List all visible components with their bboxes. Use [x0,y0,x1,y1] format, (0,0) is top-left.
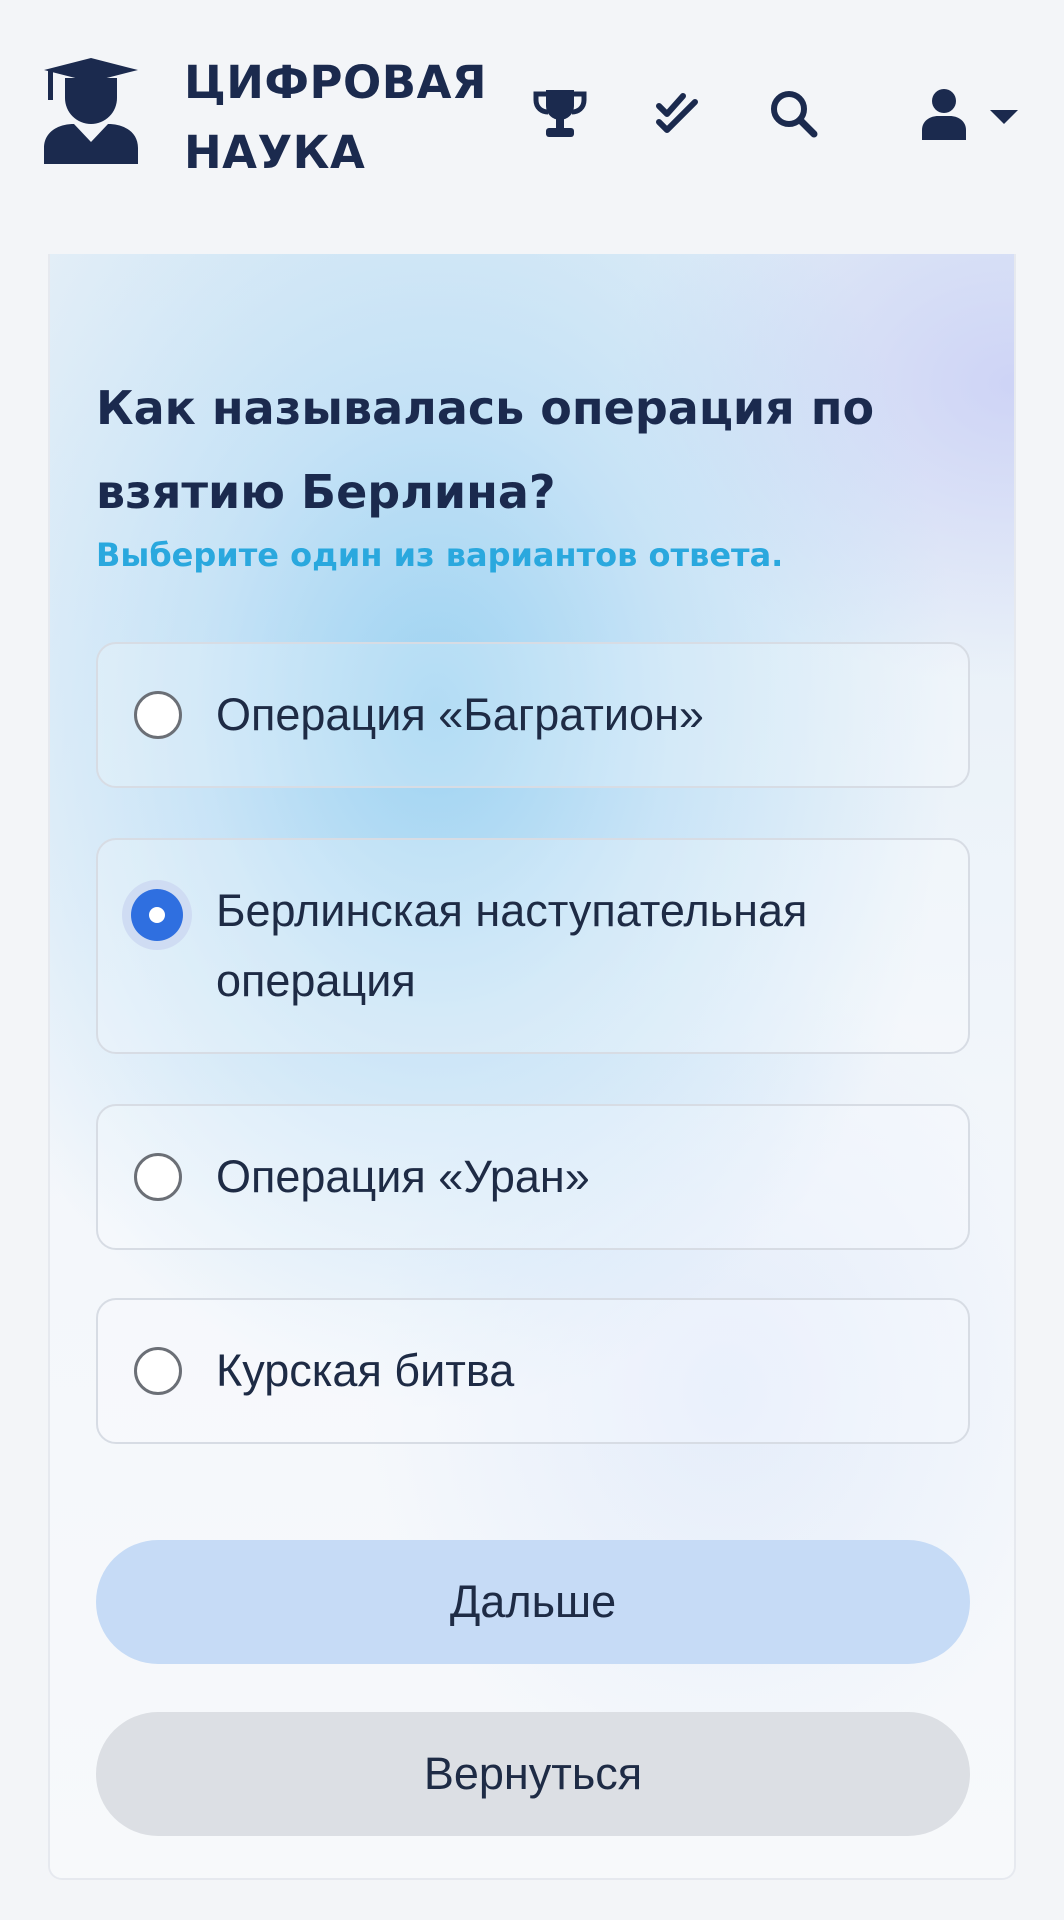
brand-line-1: ЦИФРОВАЯ [184,56,488,109]
radio-button-checked[interactable] [122,880,192,950]
option-label: Операция «Багратион» [216,689,704,740]
app-header: ЦИФРОВАЯ НАУКА [0,0,1064,254]
user-icon [922,89,966,140]
option-label: Операция «Уран» [216,1151,590,1202]
radio-checked-dot [149,907,165,923]
option-label: Берлинская наступательная операция [216,885,808,1006]
radio-button-unchecked[interactable] [134,1347,182,1395]
trophy-icon[interactable] [532,86,588,142]
answer-option-2[interactable]: Берлинская наступательная операция [96,838,970,1054]
answer-option-3[interactable]: Операция «Уран» [96,1104,970,1250]
next-button[interactable]: Дальше [96,1540,970,1664]
back-button[interactable]: Вернуться [96,1712,970,1836]
option-label: Курская битва [216,1345,515,1396]
brand-name[interactable]: ЦИФРОВАЯ НАУКА [184,48,487,188]
radio-button-unchecked[interactable] [134,691,182,739]
search-icon[interactable] [766,86,822,142]
radio-button-unchecked[interactable] [134,1153,182,1201]
answer-hint: Выберите один из вариантов ответа. [96,536,784,574]
brand-line-2: НАУКА [184,126,366,179]
caret-down-icon [990,110,1018,124]
double-check-icon[interactable] [650,86,706,142]
graduate-cap-user-icon[interactable] [44,58,138,164]
user-menu[interactable] [918,86,1024,142]
question-text: Как называлась операция по взятию Берлин… [96,381,875,519]
answer-option-1[interactable]: Операция «Багратион» [96,642,970,788]
quiz-card: Как называлась операция по взятию Берлин… [48,254,1016,1880]
answer-option-4[interactable]: Курская битва [96,1298,970,1444]
